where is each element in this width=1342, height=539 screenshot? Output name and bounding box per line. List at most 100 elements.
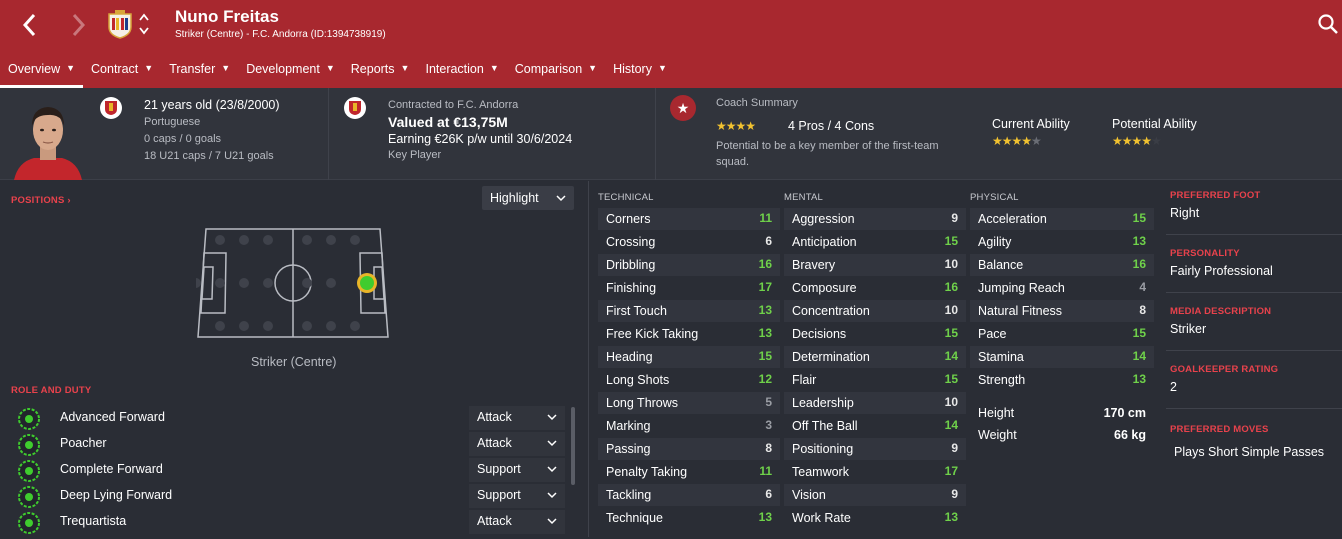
role-row[interactable]: Poacher Attack: [0, 431, 570, 457]
duty-dropdown[interactable]: Attack: [469, 406, 565, 430]
divider: [328, 88, 329, 180]
role-name: Complete Forward: [60, 462, 163, 476]
attribute-row[interactable]: Passing 8: [598, 438, 780, 460]
tab-development[interactable]: Development ▼: [238, 56, 343, 88]
duty-dropdown[interactable]: Attack: [469, 510, 565, 534]
attribute-value: 9: [951, 211, 958, 225]
contract-club: Contracted to F.C. Andorra: [388, 99, 519, 111]
chevron-down-icon: ▼: [657, 63, 667, 73]
attribute-row[interactable]: Tackling 6: [598, 484, 780, 506]
attribute-row[interactable]: Strength 13: [970, 369, 1154, 391]
forward-arrow-icon[interactable]: [66, 10, 90, 40]
attribute-value: 14: [944, 349, 958, 363]
attribute-row[interactable]: Long Throws 5: [598, 392, 780, 414]
attribute-row[interactable]: Balance 16: [970, 254, 1154, 276]
role-row[interactable]: Advanced Forward Attack: [0, 405, 570, 431]
role-row[interactable]: Complete Forward Support: [0, 457, 570, 483]
main-menu: Overview ▼ Contract ▼ Transfer ▼ Developmen…: [0, 56, 675, 88]
role-row[interactable]: Deep Lying Forward Support: [0, 483, 570, 509]
positions-panel: POSITIONS › Highlight Striker (Centre) R…: [0, 181, 588, 537]
duty-dropdown[interactable]: Support: [469, 484, 565, 508]
tab-comparison[interactable]: Comparison ▼: [507, 56, 605, 88]
attribute-row[interactable]: Aggression 9: [784, 208, 966, 230]
attribute-row[interactable]: Pace 15: [970, 323, 1154, 345]
attribute-name: Aggression: [792, 212, 855, 226]
attribute-row[interactable]: Heading 15: [598, 346, 780, 368]
attribute-row[interactable]: Natural Fitness 8: [970, 300, 1154, 322]
attribute-row[interactable]: Flair 15: [784, 369, 966, 391]
duty-dropdown[interactable]: Support: [469, 458, 565, 482]
attribute-row[interactable]: Work Rate 13: [784, 507, 966, 529]
attribute-row[interactable]: Off The Ball 14: [784, 415, 966, 437]
tab-interaction[interactable]: Interaction ▼: [417, 56, 506, 88]
attribute-value: 15: [1132, 326, 1146, 340]
attribute-row[interactable]: Vision 9: [784, 484, 966, 506]
attribute-row[interactable]: Penalty Taking 11: [598, 461, 780, 483]
attribute-row[interactable]: Positioning 9: [784, 438, 966, 460]
attribute-row[interactable]: Teamwork 17: [784, 461, 966, 483]
attribute-value: 8: [1139, 303, 1146, 317]
weight-label: Weight: [978, 428, 1017, 442]
attribute-value: 10: [944, 257, 958, 271]
attribute-name: Concentration: [792, 304, 870, 318]
preferred-move-item[interactable]: Plays Short Simple Passes: [1170, 445, 1342, 459]
club-crest-icon[interactable]: [106, 9, 134, 39]
attribute-row[interactable]: Marking 3: [598, 415, 780, 437]
duty-dropdown[interactable]: Attack: [469, 432, 565, 456]
preferred-moves: PREFERRED MOVES Plays Short Simple Passe…: [1170, 424, 1342, 459]
attribute-row[interactable]: Stamina 14: [970, 346, 1154, 368]
attribute-name: Jumping Reach: [978, 281, 1065, 295]
media-description-value: Striker: [1170, 322, 1207, 336]
attribute-value: 10: [944, 395, 958, 409]
tab-overview[interactable]: Overview ▼: [0, 56, 84, 88]
attribute-row[interactable]: Finishing 17: [598, 277, 780, 299]
role-suitability-icon: [18, 408, 40, 430]
goalkeeper-rating-value: 2: [1170, 380, 1177, 394]
tab-history[interactable]: History ▼: [605, 56, 675, 88]
attribute-row[interactable]: Concentration 10: [784, 300, 966, 322]
attribute-row[interactable]: Composure 16: [784, 277, 966, 299]
tab-reports[interactable]: Reports ▼: [343, 56, 418, 88]
role-duty-title: ROLE AND DUTY: [11, 385, 92, 396]
attribute-row[interactable]: Dribbling 16: [598, 254, 780, 276]
attribute-name: Bravery: [792, 258, 836, 272]
attribute-row[interactable]: Corners 11: [598, 208, 780, 230]
tab-transfer[interactable]: Transfer ▼: [161, 56, 238, 88]
player-age: 21 years old (23/8/2000): [144, 98, 280, 112]
coach-summary-title[interactable]: Coach Summary: [716, 97, 798, 109]
coach-pros-cons[interactable]: 4 Pros / 4 Cons: [788, 119, 874, 133]
attribute-row[interactable]: Technique 13: [598, 507, 780, 529]
player-name: Nuno Freitas: [175, 7, 279, 26]
attribute-row[interactable]: Agility 13: [970, 231, 1154, 253]
role-row[interactable]: Trequartista Attack: [0, 509, 570, 535]
back-arrow-icon[interactable]: [18, 10, 42, 40]
attribute-row[interactable]: Anticipation 15: [784, 231, 966, 253]
attribute-name: Finishing: [606, 281, 657, 295]
club-switch-chevrons-icon[interactable]: [137, 11, 151, 37]
attribute-row[interactable]: Acceleration 15: [970, 208, 1154, 230]
attribute-row[interactable]: Crossing 6: [598, 231, 780, 253]
attribute-row[interactable]: Leadership 10: [784, 392, 966, 414]
goalkeeper-rating-label: GOALKEEPER RATING: [1170, 364, 1279, 375]
positions-title[interactable]: POSITIONS ›: [11, 195, 71, 206]
attribute-row[interactable]: Jumping Reach 4: [970, 277, 1154, 299]
roles-scrollbar[interactable]: [571, 407, 575, 485]
personality-label: PERSONALITY: [1170, 248, 1240, 259]
attribute-row[interactable]: Determination 14: [784, 346, 966, 368]
highlight-dropdown[interactable]: Highlight: [482, 186, 574, 210]
chevron-down-icon: ▼: [489, 63, 499, 73]
attribute-value: 14: [1132, 349, 1146, 363]
role-name: Deep Lying Forward: [60, 488, 173, 502]
attribute-row[interactable]: First Touch 13: [598, 300, 780, 322]
attribute-row[interactable]: Long Shots 12: [598, 369, 780, 391]
attribute-name: Acceleration: [978, 212, 1047, 226]
search-icon[interactable]: [1317, 12, 1339, 36]
divider: [655, 88, 656, 180]
tab-contract[interactable]: Contract ▼: [83, 56, 161, 88]
attribute-name: Crossing: [606, 235, 656, 249]
weight-value: 66 kg: [1114, 428, 1146, 442]
attribute-row[interactable]: Bravery 10: [784, 254, 966, 276]
attribute-row[interactable]: Decisions 15: [784, 323, 966, 345]
attribute-row[interactable]: Free Kick Taking 13: [598, 323, 780, 345]
attribute-name: Agility: [978, 235, 1012, 249]
